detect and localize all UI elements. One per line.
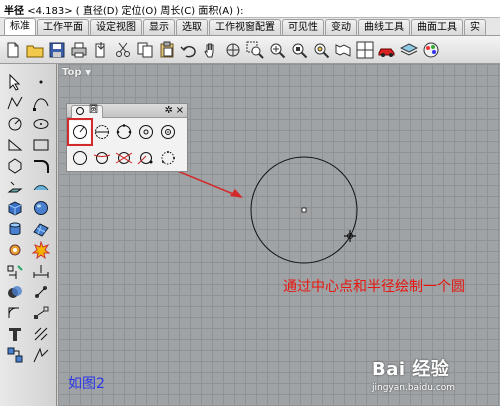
circle-panel-header[interactable]: 圆 ✲ × [67,104,187,118]
circle-panel-title: 圆 [89,105,99,115]
circle-diameter-icon[interactable] [92,121,112,143]
viewport-scene [87,133,358,264]
circle-deformable-icon[interactable] [70,147,90,169]
annotation-text: 通过中心点和半径绘制一个圆 [283,279,465,295]
circle-panel-icon [76,107,84,115]
crosshair-cursor-icon [344,230,356,242]
circle-center-point [301,207,307,213]
figure-caption: 如图2 [68,376,105,392]
panel-gear-icon[interactable]: ✲ [165,105,173,116]
watermark-url: jingyan.baidu.com [372,383,456,393]
circle-around-curve-icon[interactable] [158,121,178,143]
circle-tangent-curve-icon[interactable] [92,147,112,169]
circle-tangent-two-curves-icon[interactable] [114,147,134,169]
baidu-watermark: Bai 经验 jingyan.baidu.com [372,355,496,403]
circle-toolbar-panel[interactable]: 圆 ✲ × [66,103,188,172]
circle-tangent-three-curves-icon[interactable] [136,147,156,169]
watermark-logo: Bai 经验 [372,359,450,380]
panel-close-icon[interactable]: × [176,104,184,117]
circle-3point-icon[interactable] [114,121,134,143]
circle-tangent-icon[interactable] [136,121,156,143]
circle-fit-points-icon[interactable] [158,147,178,169]
circle-center-radius-icon[interactable] [67,118,93,146]
